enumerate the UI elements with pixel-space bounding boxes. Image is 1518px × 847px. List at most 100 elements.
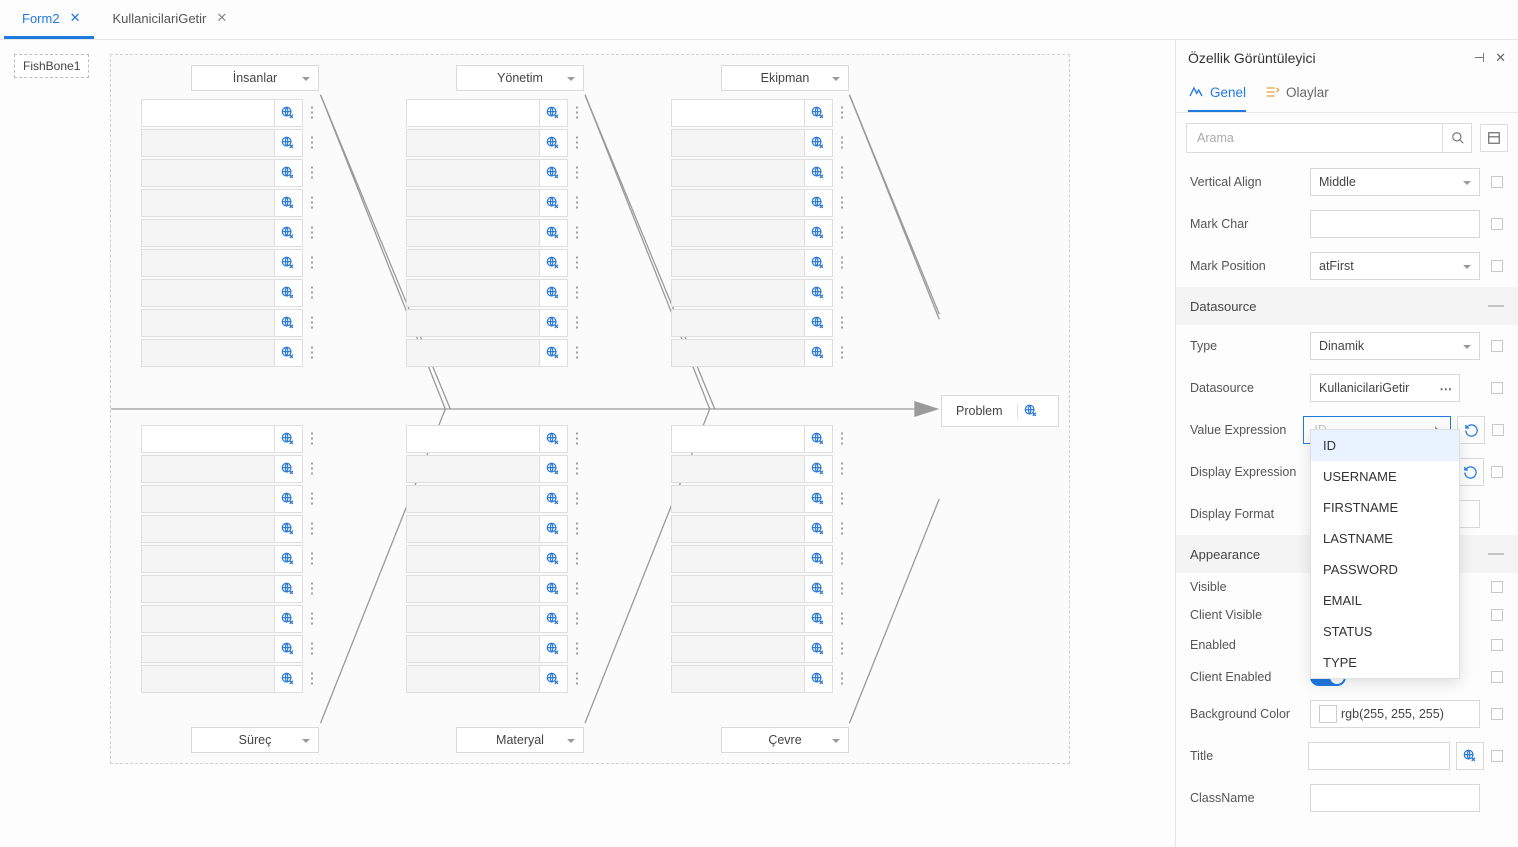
refresh-icon[interactable] bbox=[1457, 416, 1485, 444]
cause-input[interactable] bbox=[141, 455, 275, 483]
translate-icon[interactable] bbox=[275, 309, 303, 337]
drag-handle-icon[interactable]: ⋮ bbox=[303, 644, 321, 654]
close-icon[interactable]: ✕ bbox=[70, 10, 81, 26]
translate-icon[interactable] bbox=[805, 545, 833, 573]
cause-input[interactable] bbox=[671, 99, 805, 127]
drag-handle-icon[interactable]: ⋮ bbox=[568, 318, 586, 328]
drag-handle-icon[interactable]: ⋮ bbox=[568, 138, 586, 148]
translate-icon[interactable] bbox=[1017, 404, 1045, 419]
translate-icon[interactable] bbox=[540, 575, 568, 603]
translate-icon[interactable] bbox=[275, 485, 303, 513]
binding-indicator-icon[interactable] bbox=[1491, 176, 1503, 188]
cause-input[interactable] bbox=[406, 455, 540, 483]
binding-indicator-icon[interactable] bbox=[1491, 750, 1503, 762]
cause-input[interactable] bbox=[141, 515, 275, 543]
cause-input[interactable] bbox=[406, 575, 540, 603]
ellipsis-icon[interactable]: ⋯ bbox=[1440, 381, 1454, 396]
translate-icon[interactable] bbox=[540, 485, 568, 513]
drag-handle-icon[interactable]: ⋮ bbox=[303, 434, 321, 444]
drag-handle-icon[interactable]: ⋮ bbox=[303, 464, 321, 474]
translate-icon[interactable] bbox=[540, 309, 568, 337]
datasource-input[interactable]: KullanicilariGetir ⋯ bbox=[1310, 374, 1460, 402]
cause-input[interactable] bbox=[671, 159, 805, 187]
drag-handle-icon[interactable]: ⋮ bbox=[568, 108, 586, 118]
drag-handle-icon[interactable]: ⋮ bbox=[303, 198, 321, 208]
binding-indicator-icon[interactable] bbox=[1491, 708, 1503, 720]
translate-icon[interactable] bbox=[275, 219, 303, 247]
translate-icon[interactable] bbox=[805, 485, 833, 513]
cause-input[interactable] bbox=[141, 309, 275, 337]
fishbone-diagram[interactable]: İnsanlar Yönetim Ekipman Süreç Materyal … bbox=[110, 54, 1070, 764]
drag-handle-icon[interactable]: ⋮ bbox=[833, 258, 851, 268]
cause-input[interactable] bbox=[406, 159, 540, 187]
cause-input[interactable] bbox=[141, 249, 275, 277]
category-select-cevre[interactable]: Çevre bbox=[721, 727, 849, 753]
binding-indicator-icon[interactable] bbox=[1491, 382, 1503, 394]
drag-handle-icon[interactable]: ⋮ bbox=[303, 228, 321, 238]
translate-icon[interactable] bbox=[540, 219, 568, 247]
tab-kullanicilarigetir[interactable]: KullanicilariGetir ✕ bbox=[94, 0, 241, 39]
tab-form2[interactable]: Form2 ✕ bbox=[4, 0, 94, 39]
cause-input[interactable] bbox=[671, 219, 805, 247]
drag-handle-icon[interactable]: ⋮ bbox=[303, 494, 321, 504]
cause-input[interactable] bbox=[406, 485, 540, 513]
translate-icon[interactable] bbox=[1456, 742, 1484, 770]
translate-icon[interactable] bbox=[275, 279, 303, 307]
drag-handle-icon[interactable]: ⋮ bbox=[303, 108, 321, 118]
translate-icon[interactable] bbox=[805, 515, 833, 543]
cause-input[interactable] bbox=[141, 605, 275, 633]
drag-handle-icon[interactable]: ⋮ bbox=[303, 614, 321, 624]
cause-input[interactable] bbox=[671, 129, 805, 157]
translate-icon[interactable] bbox=[275, 665, 303, 693]
drag-handle-icon[interactable]: ⋮ bbox=[833, 524, 851, 534]
background-color-input[interactable]: rgb(255, 255, 255) bbox=[1310, 700, 1480, 728]
cause-input[interactable] bbox=[671, 455, 805, 483]
translate-icon[interactable] bbox=[540, 159, 568, 187]
cause-input[interactable] bbox=[141, 635, 275, 663]
search-icon[interactable] bbox=[1442, 123, 1472, 153]
dropdown-option[interactable]: TYPE bbox=[1311, 647, 1459, 678]
translate-icon[interactable] bbox=[540, 455, 568, 483]
dropdown-option[interactable]: LASTNAME bbox=[1311, 523, 1459, 554]
search-input[interactable] bbox=[1186, 123, 1472, 153]
drag-handle-icon[interactable]: ⋮ bbox=[568, 288, 586, 298]
translate-icon[interactable] bbox=[540, 515, 568, 543]
drag-handle-icon[interactable]: ⋮ bbox=[303, 168, 321, 178]
translate-icon[interactable] bbox=[275, 249, 303, 277]
cause-input[interactable] bbox=[406, 99, 540, 127]
translate-icon[interactable] bbox=[540, 189, 568, 217]
translate-icon[interactable] bbox=[275, 339, 303, 367]
translate-icon[interactable] bbox=[275, 455, 303, 483]
translate-icon[interactable] bbox=[275, 605, 303, 633]
translate-icon[interactable] bbox=[275, 189, 303, 217]
cause-input[interactable] bbox=[141, 575, 275, 603]
translate-icon[interactable] bbox=[275, 129, 303, 157]
cause-input[interactable] bbox=[141, 425, 275, 453]
dropdown-option[interactable]: EMAIL bbox=[1311, 585, 1459, 616]
drag-handle-icon[interactable]: ⋮ bbox=[568, 228, 586, 238]
drag-handle-icon[interactable]: ⋮ bbox=[568, 198, 586, 208]
cause-input[interactable] bbox=[141, 665, 275, 693]
type-select[interactable]: Dinamik bbox=[1310, 332, 1480, 360]
dropdown-option[interactable]: USERNAME bbox=[1311, 461, 1459, 492]
cause-input[interactable] bbox=[671, 575, 805, 603]
drag-handle-icon[interactable]: ⋮ bbox=[568, 168, 586, 178]
drag-handle-icon[interactable]: ⋮ bbox=[568, 348, 586, 358]
pin-icon[interactable]: ⊣ bbox=[1474, 50, 1485, 66]
cause-input[interactable] bbox=[406, 635, 540, 663]
fishbone-component-tag[interactable]: FishBone1 bbox=[14, 54, 89, 78]
translate-icon[interactable] bbox=[275, 425, 303, 453]
translate-icon[interactable] bbox=[540, 129, 568, 157]
category-select-ekipman[interactable]: Ekipman bbox=[721, 65, 849, 91]
drag-handle-icon[interactable]: ⋮ bbox=[833, 584, 851, 594]
dropdown-option[interactable]: FIRSTNAME bbox=[1311, 492, 1459, 523]
cause-input[interactable] bbox=[671, 189, 805, 217]
translate-icon[interactable] bbox=[275, 515, 303, 543]
cause-input[interactable] bbox=[406, 189, 540, 217]
cause-input[interactable] bbox=[671, 339, 805, 367]
tab-olaylar[interactable]: Olaylar bbox=[1264, 76, 1329, 112]
collapse-icon[interactable]: — bbox=[1488, 297, 1504, 315]
translate-icon[interactable] bbox=[805, 635, 833, 663]
drag-handle-icon[interactable]: ⋮ bbox=[568, 258, 586, 268]
dropdown-option[interactable]: STATUS bbox=[1311, 616, 1459, 647]
